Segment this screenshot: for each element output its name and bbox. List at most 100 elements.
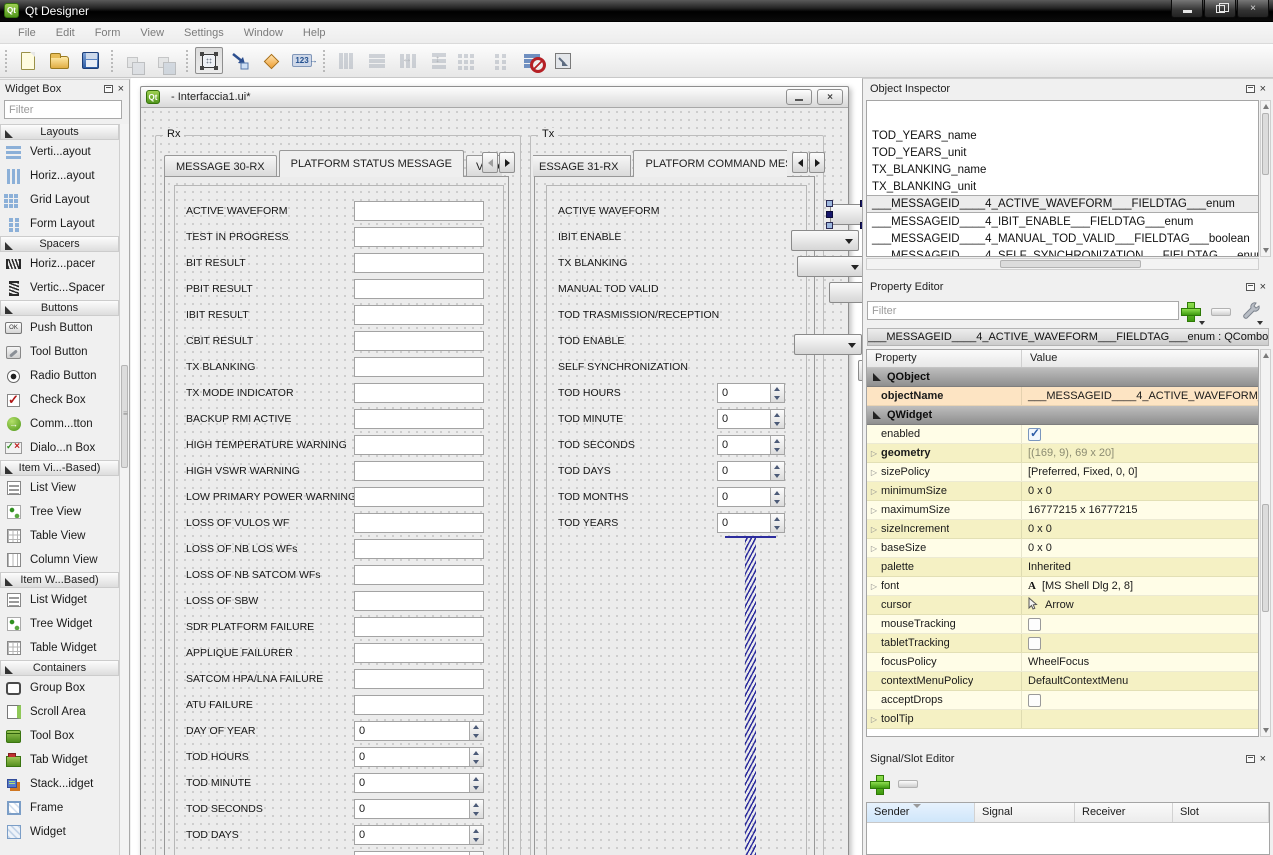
menu-file[interactable]: File (8, 24, 46, 42)
form-close-button[interactable]: × (817, 89, 843, 105)
widget-item-list-widget[interactable]: List Widget (0, 588, 119, 612)
save-form-button[interactable] (76, 47, 104, 74)
property-row-acceptdrops[interactable]: acceptDrops (867, 691, 1258, 710)
inspector-item[interactable]: ___MESSAGEID____4_MANUAL_TOD_VALID___FIE… (867, 230, 1258, 247)
tab-essage-31-rx[interactable]: ESSAGE 31-RX (533, 155, 631, 177)
checkbox-checked-icon[interactable] (1028, 428, 1041, 441)
float-panel-icon[interactable] (1246, 85, 1255, 93)
inspector-item[interactable]: TX_BLANKING_name (867, 161, 1258, 178)
property-row-cursor[interactable]: cursorArrow (867, 596, 1258, 615)
property-row-font[interactable]: ▷fontA[MS Shell Dlg 2, 8] (867, 577, 1258, 596)
tod-enable-combobox[interactable] (794, 334, 862, 355)
open-form-button[interactable] (45, 47, 73, 74)
tab-platform-status-message[interactable]: PLATFORM STATUS MESSAGE (279, 150, 464, 177)
loss-of-vulos-wf-input[interactable] (354, 513, 484, 533)
checkbox-unchecked-icon[interactable] (1028, 618, 1041, 631)
spin-down-icon[interactable] (771, 393, 784, 402)
widget-item-group-box[interactable]: Group Box (0, 676, 119, 700)
widget-box-scrollbar[interactable] (119, 124, 129, 855)
spin-up-icon[interactable] (470, 826, 483, 835)
selection-handle[interactable] (860, 222, 862, 229)
raise-widget-button[interactable] (151, 47, 179, 74)
menu-window[interactable]: Window (234, 24, 293, 42)
inspector-item[interactable]: TOD_YEARS_unit (867, 144, 1258, 161)
widget-item-tool-button[interactable]: Tool Button (0, 340, 119, 364)
widget-box-filter-input[interactable] (4, 100, 122, 119)
property-row-sizepolicy[interactable]: ▷sizePolicy[Preferred, Fixed, 0, 0] (867, 463, 1258, 482)
rx-group-box[interactable]: Rx MESSAGE 30-RXPLATFORM STATUS MESSAGEV… (155, 135, 521, 855)
close-panel-icon[interactable]: × (1260, 754, 1266, 764)
widget-item-stack-idget[interactable]: Stack...idget (0, 772, 119, 796)
spin-down-icon[interactable] (470, 835, 483, 844)
loss-of-nb-satcom-wfs-input[interactable] (354, 565, 484, 585)
toolbar-handle[interactable] (185, 49, 189, 73)
widget-item-table-widget[interactable]: Table Widget (0, 636, 119, 660)
edit-tab-order-button[interactable]: 123 (288, 47, 316, 74)
property-row-objectname[interactable]: objectName___MESSAGEID____4_ACTIVE_WAVEF… (867, 387, 1258, 406)
close-panel-icon[interactable]: × (118, 84, 124, 94)
add-connection-button[interactable] (870, 775, 888, 793)
tx-group-box[interactable]: Tx ESSAGE 31-RXPLATFORM COMMAND MESSAGE … (530, 135, 824, 855)
property-editor-vscrollbar[interactable] (1260, 349, 1271, 737)
menu-form[interactable]: Form (85, 24, 131, 42)
column-header-signal[interactable]: Signal (975, 803, 1075, 822)
form-window-titlebar[interactable]: Qt - Interfaccia1.ui* × (141, 87, 848, 108)
inspector-item[interactable]: ___MESSAGEID____4_ACTIVE_WAVEFORM___FIEL… (867, 195, 1258, 213)
high-temperature-warning-input[interactable] (354, 435, 484, 455)
break-layout-button[interactable] (518, 47, 546, 74)
spin-down-icon[interactable] (470, 757, 483, 766)
spin-up-icon[interactable] (771, 488, 784, 497)
pbit-result-input[interactable] (354, 279, 484, 299)
property-row-basesize[interactable]: ▷baseSize0 x 0 (867, 539, 1258, 558)
property-row-tooltip[interactable]: ▷toolTip (867, 710, 1258, 729)
widget-item-dialo-n-box[interactable]: Dialo...n Box (0, 436, 119, 460)
scrollbar-thumb[interactable] (121, 365, 128, 467)
spin-up-icon[interactable] (470, 748, 483, 757)
float-panel-icon[interactable] (104, 85, 113, 93)
widget-item-tool-box[interactable]: Tool Box (0, 724, 119, 748)
property-group-qwidget[interactable]: QWidget (867, 406, 1258, 425)
low-primary-power-warning-input[interactable] (354, 487, 484, 507)
widget-item-tree-view[interactable]: Tree View (0, 500, 119, 524)
property-row-palette[interactable]: paletteInherited (867, 558, 1258, 577)
layout-horizontal-splitter-button[interactable] (394, 47, 422, 74)
column-header-sender[interactable]: Sender (867, 803, 975, 822)
toolbar-handle[interactable] (110, 49, 114, 73)
edit-buddies-button[interactable] (257, 47, 285, 74)
property-filter-input[interactable] (867, 301, 1179, 320)
tod-hours-spinbox[interactable]: 0 (717, 383, 785, 403)
layout-horizontally-button[interactable] (332, 47, 360, 74)
spin-up-icon[interactable] (771, 436, 784, 445)
test-in-progress-input[interactable] (354, 227, 484, 247)
spin-up-icon[interactable] (470, 774, 483, 783)
tab-platform-command-message[interactable]: PLATFORM COMMAND MESSAGE (633, 150, 787, 177)
tab-message-30-rx[interactable]: MESSAGE 30-RX (164, 155, 277, 177)
remove-connection-button[interactable] (898, 780, 918, 788)
active-waveform-input[interactable] (354, 201, 484, 221)
remove-dynamic-property-button[interactable] (1211, 308, 1231, 316)
column-header-slot[interactable]: Slot (1173, 803, 1269, 822)
menu-help[interactable]: Help (293, 24, 336, 42)
checkbox-unchecked-icon[interactable] (1028, 637, 1041, 650)
backup-rmi-active-input[interactable] (354, 409, 484, 429)
lower-widget-button[interactable] (120, 47, 148, 74)
widget-box-section-item-w-based[interactable]: Item W...Based) (0, 572, 119, 588)
selection-handle[interactable] (826, 211, 833, 218)
widget-item-form-layout[interactable]: Form Layout (0, 212, 119, 236)
menu-view[interactable]: View (130, 24, 174, 42)
widget-item-tab-widget[interactable]: Tab Widget (0, 748, 119, 772)
spin-down-icon[interactable] (470, 731, 483, 740)
sdr-platform-failure-input[interactable] (354, 617, 484, 637)
object-inspector-hscrollbar[interactable] (866, 258, 1259, 270)
inspector-item[interactable]: ___MESSAGEID____4_IBIT_ENABLE___FIELDTAG… (867, 213, 1258, 230)
satcom-hpa-lna-failure-input[interactable] (354, 669, 484, 689)
spin-up-icon[interactable] (771, 514, 784, 523)
new-form-button[interactable] (14, 47, 42, 74)
widget-box-section-containers[interactable]: Containers (0, 660, 119, 676)
widget-item-frame[interactable]: Frame (0, 796, 119, 820)
tod-seconds-spinbox[interactable]: 0 (717, 435, 785, 455)
form-minimize-button[interactable] (786, 89, 812, 105)
widget-item-horiz-pacer[interactable]: Horiz...pacer (0, 252, 119, 276)
cbit-result-input[interactable] (354, 331, 484, 351)
widget-box-section-spacers[interactable]: Spacers (0, 236, 119, 252)
